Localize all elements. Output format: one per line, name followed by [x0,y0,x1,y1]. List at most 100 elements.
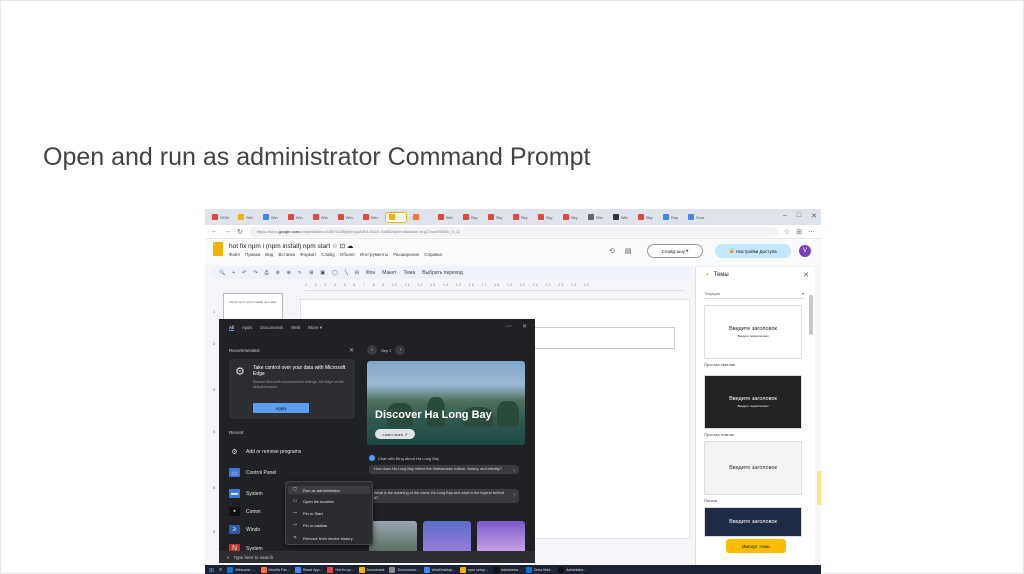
comment-icon[interactable]: ⊟ [355,270,359,276]
menu-item[interactable]: Правка [245,252,260,257]
browser-tab[interactable]: GDN [209,212,232,223]
start-tab[interactable]: More ▾ [308,325,322,331]
browser-tab[interactable]: Win [585,212,607,223]
toolbar-background[interactable]: Фон [366,270,375,276]
themes-scrollbar[interactable] [809,295,813,335]
menu-item[interactable]: Вставка [278,252,295,257]
avatar[interactable]: V [799,245,811,257]
browser-tab[interactable] [410,212,432,223]
recent-app-item[interactable]: ⚙ Add or remove programs [229,447,301,456]
chevron-left-icon[interactable]: ‹ [367,345,377,355]
zoom-icon[interactable]: ⊕ [287,270,291,276]
theme-card[interactable]: Введите заголовок Введите подзаголовок [704,375,802,429]
hero-card[interactable]: Discover Ha Long Bay Learn more ↗ [367,361,525,445]
start-tab[interactable]: All [229,325,235,331]
chat-suggestion[interactable]: How does Ha Long Bay reflect the Vietnam… [369,465,519,474]
taskbar-app[interactable]: Administra... [558,567,586,573]
taskbar-app[interactable]: Downloads [358,567,384,573]
browser-tab[interactable]: Win [235,212,257,223]
taskbar-app[interactable]: Mozilla Fire... [260,567,290,573]
taskbar-app[interactable]: Dima Mad... [525,567,553,573]
browser-tab[interactable]: Sky [510,212,532,223]
bookmark-star-icon[interactable]: ☆ [784,228,790,236]
recent-app-item[interactable]: ▭ Control Panel [229,468,276,477]
taskbar-app[interactable]: Hot fix np... [327,567,354,573]
google-slides-logo-icon[interactable] [213,242,223,256]
start-button-icon[interactable]: ⊞ [209,567,214,574]
clock[interactable]: 9:41 AM [804,211,817,215]
taskbar-search-box[interactable]: ⌕ Type here to search [219,551,535,563]
extensions-icon[interactable]: ⊞ [796,228,802,236]
browser-tab[interactable]: Sky [535,212,557,223]
slide-text-box[interactable] [515,327,675,349]
pin-to-taskbar-item[interactable]: ⊸ Pin to taskbar [292,522,328,528]
browser-tab[interactable]: Win [610,212,632,223]
history-icon[interactable]: ⟲ [609,247,615,255]
taskbar-app[interactable]: React App... [294,567,322,573]
browser-tab[interactable]: Win [260,212,282,223]
share-button[interactable]: 🔒 Настройки Доступа [715,244,791,258]
taskbar-app[interactable]: npm setup... [460,567,488,573]
close-icon[interactable]: ✕ [349,347,354,354]
import-theme-button[interactable]: Импорт темы [726,539,786,553]
theme-card[interactable]: Введите заголовок [704,441,802,495]
theme-card[interactable]: Введите заголовок [704,507,802,537]
menu-item[interactable]: Справка [424,252,442,257]
browser-tab[interactable]: Sky [635,212,657,223]
recent-app-item[interactable]: ≥ Windo [229,525,260,534]
taskbar-app[interactable]: WebDesktop... [423,567,455,573]
start-tab[interactable]: Documents [260,325,283,331]
browser-tab[interactable]: Win [435,212,457,223]
menu-item[interactable]: Объект [340,252,355,257]
browser-tab[interactable]: Sky [485,212,507,223]
browser-tab[interactable]: Sky [560,212,582,223]
taskbar-app[interactable]: Welcome -... [227,567,256,573]
browser-tab[interactable]: Win [335,212,357,223]
minimize-icon[interactable]: – [783,212,787,220]
themes-filter-select[interactable]: Текущая ▾ [704,291,804,299]
document-title[interactable]: hot fix npm i (npm install) npm start ☆ … [229,242,353,250]
search-menus-icon[interactable]: 🔍 [219,270,225,276]
apply-button[interactable]: Apply [253,403,309,413]
menu-item[interactable]: Слайд [321,252,335,257]
browser-menu-icon[interactable]: ⋯ [808,228,815,236]
run-as-administrator-item[interactable]: ⛉ Run as administrator [288,486,370,494]
recent-app-item[interactable]: ▬ System [229,489,263,498]
chat-suggestion[interactable]: What is the meaning of the name Ha Long … [369,489,519,503]
recent-app-item[interactable]: ▪ Comm [229,507,261,516]
menu-item[interactable]: Расширения [393,252,419,257]
start-tab[interactable]: Apps [242,325,252,331]
back-icon[interactable]: ← [211,228,218,235]
slideshow-button[interactable]: Слайд-шоу ▾ [647,244,703,258]
select-icon[interactable]: ↖ [298,270,302,276]
browser-tab[interactable]: Sear [685,212,707,223]
url-field[interactable]: https://docs. google.com/presentation/d/1… [248,226,778,237]
browser-tab[interactable]: Win [285,212,307,223]
image-icon[interactable]: ▣ [320,270,325,276]
add-slide-icon[interactable]: + [232,270,235,276]
print-icon[interactable]: ⎙ [265,270,269,276]
browser-tab[interactable]: Win [360,212,382,223]
search-icon[interactable]: ⌕ [219,567,222,574]
comments-icon[interactable]: ▤ [625,247,632,255]
theme-card[interactable]: Введите заголовок Введите подзаголовок [704,305,802,359]
redo-icon[interactable]: ↷ [253,270,257,276]
close-icon[interactable]: ✕ [803,271,809,279]
toolbar-transition[interactable]: Выбрать переход [422,270,463,276]
start-tab[interactable]: Web [291,325,300,331]
language-indicator[interactable]: ENG [791,211,799,215]
menu-item[interactable]: Вид [265,252,273,257]
reload-icon[interactable]: ↻ [237,228,243,236]
toolbar-layout[interactable]: Макет [382,270,396,276]
shape-icon[interactable]: ◯ [332,270,338,276]
textbox-icon[interactable]: ⊞ [309,270,313,276]
browser-tab[interactable]: Win [310,212,332,223]
menu-item[interactable]: Инструменты [360,252,388,257]
browser-tab[interactable]: Rep [660,212,682,223]
taskbar-app[interactable]: Screenshot... [389,567,419,573]
open-file-location-item[interactable]: ▭ Open file location [292,498,334,504]
line-icon[interactable]: ╲ [345,270,348,276]
toolbar-theme[interactable]: Тема [403,270,415,276]
learn-more-button[interactable]: Learn more ↗ [375,429,415,439]
remove-from-history-item[interactable]: ✕ Remove from device history [292,535,353,541]
